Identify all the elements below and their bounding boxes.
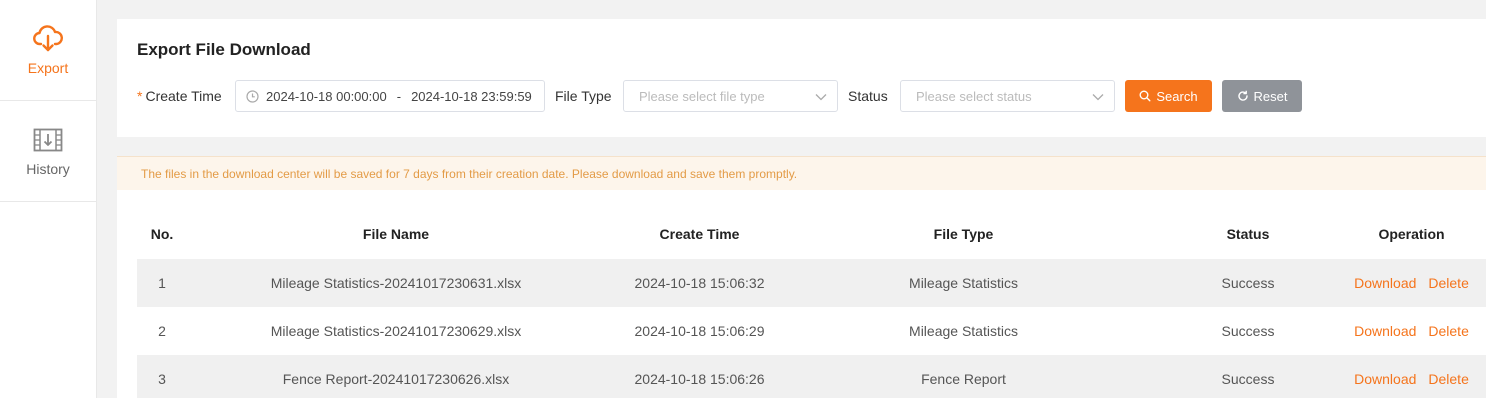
table-row: 3 Fence Report-20241017230626.xlsx 2024-… [137, 355, 1486, 398]
column-header-file-type: File Type [933, 226, 994, 242]
search-button-label: Search [1156, 88, 1198, 104]
status-select[interactable]: Please select status [900, 80, 1115, 112]
row-no: 1 [158, 275, 166, 291]
sidebar-item-label: History [26, 161, 70, 177]
row-no: 3 [158, 371, 166, 387]
chevron-down-icon [815, 89, 827, 104]
download-link[interactable]: Download [1354, 275, 1416, 291]
file-type-placeholder: Please select file type [639, 88, 765, 104]
reset-button-label: Reset [1253, 88, 1288, 104]
delete-link[interactable]: Delete [1428, 371, 1468, 387]
column-header-file-name: File Name [362, 226, 430, 242]
date-range-picker[interactable]: 2024-10-18 00:00:00 - 2024-10-18 23:59:5… [235, 80, 545, 112]
row-file-name: Mileage Statistics-20241017230631.xlsx [270, 275, 522, 291]
row-no: 2 [158, 323, 166, 339]
reset-button[interactable]: Reset [1222, 80, 1302, 112]
row-status: Success [1221, 371, 1275, 387]
file-table: No. File Name Create Time File Type Stat… [117, 190, 1486, 398]
cloud-download-icon [33, 24, 63, 54]
file-type-label: File Type [555, 88, 612, 104]
filter-panel: Export File Download * Create Time 2024-1… [117, 19, 1486, 137]
search-icon [1139, 90, 1151, 102]
create-time-label: * Create Time [137, 88, 222, 104]
column-header-no: No. [150, 226, 174, 242]
status-placeholder: Please select status [916, 88, 1032, 104]
row-file-name: Mileage Statistics-20241017230629.xlsx [270, 323, 522, 339]
download-link[interactable]: Download [1354, 323, 1416, 339]
column-header-status: Status [1226, 226, 1270, 242]
delete-link[interactable]: Delete [1428, 323, 1468, 339]
row-operations: Download Delete [1337, 355, 1486, 398]
page-title: Export File Download [137, 40, 311, 59]
row-file-type: Mileage Statistics [909, 323, 1018, 339]
sidebar-item-label: Export [27, 60, 69, 76]
row-file-type: Fence Report [921, 371, 1006, 387]
sidebar-item-export[interactable]: Export [0, 0, 96, 101]
create-time-label-text: Create Time [145, 88, 222, 104]
table-row: 2 Mileage Statistics-20241017230629.xlsx… [137, 307, 1486, 355]
row-create-time: 2024-10-18 15:06:26 [634, 371, 765, 387]
row-create-time: 2024-10-18 15:06:32 [634, 275, 765, 291]
required-mark: * [137, 88, 143, 104]
row-create-time: 2024-10-18 15:06:29 [634, 323, 765, 339]
download-link[interactable]: Download [1354, 371, 1416, 387]
table-header: No. File Name Create Time File Type Stat… [137, 220, 1486, 248]
range-separator: - [396, 88, 402, 104]
column-header-operation: Operation [1378, 226, 1445, 242]
row-file-name: Fence Report-20241017230626.xlsx [282, 371, 510, 387]
delete-link[interactable]: Delete [1428, 275, 1468, 291]
start-time-input[interactable]: 2024-10-18 00:00:00 [266, 89, 387, 104]
status-label: Status [848, 88, 888, 104]
sidebar-item-history[interactable]: History [0, 101, 96, 202]
refresh-icon [1237, 90, 1249, 102]
row-file-type: Mileage Statistics [909, 275, 1018, 291]
table-row: 1 Mileage Statistics-20241017230631.xlsx… [137, 259, 1486, 307]
film-download-icon [33, 125, 63, 155]
row-status: Success [1221, 275, 1275, 291]
column-header-create-time: Create Time [659, 226, 740, 242]
search-button[interactable]: Search [1125, 80, 1212, 112]
row-status: Success [1221, 323, 1275, 339]
clock-icon [246, 89, 259, 103]
chevron-down-icon [1092, 89, 1104, 104]
end-time-input[interactable]: 2024-10-18 23:59:59 [411, 89, 532, 104]
row-operations: Download Delete [1337, 307, 1486, 355]
file-type-select[interactable]: Please select file type [623, 80, 838, 112]
retention-notice: The files in the download center will be… [117, 156, 1486, 190]
row-operations: Download Delete [1337, 259, 1486, 307]
sidebar: Export History [0, 0, 97, 398]
